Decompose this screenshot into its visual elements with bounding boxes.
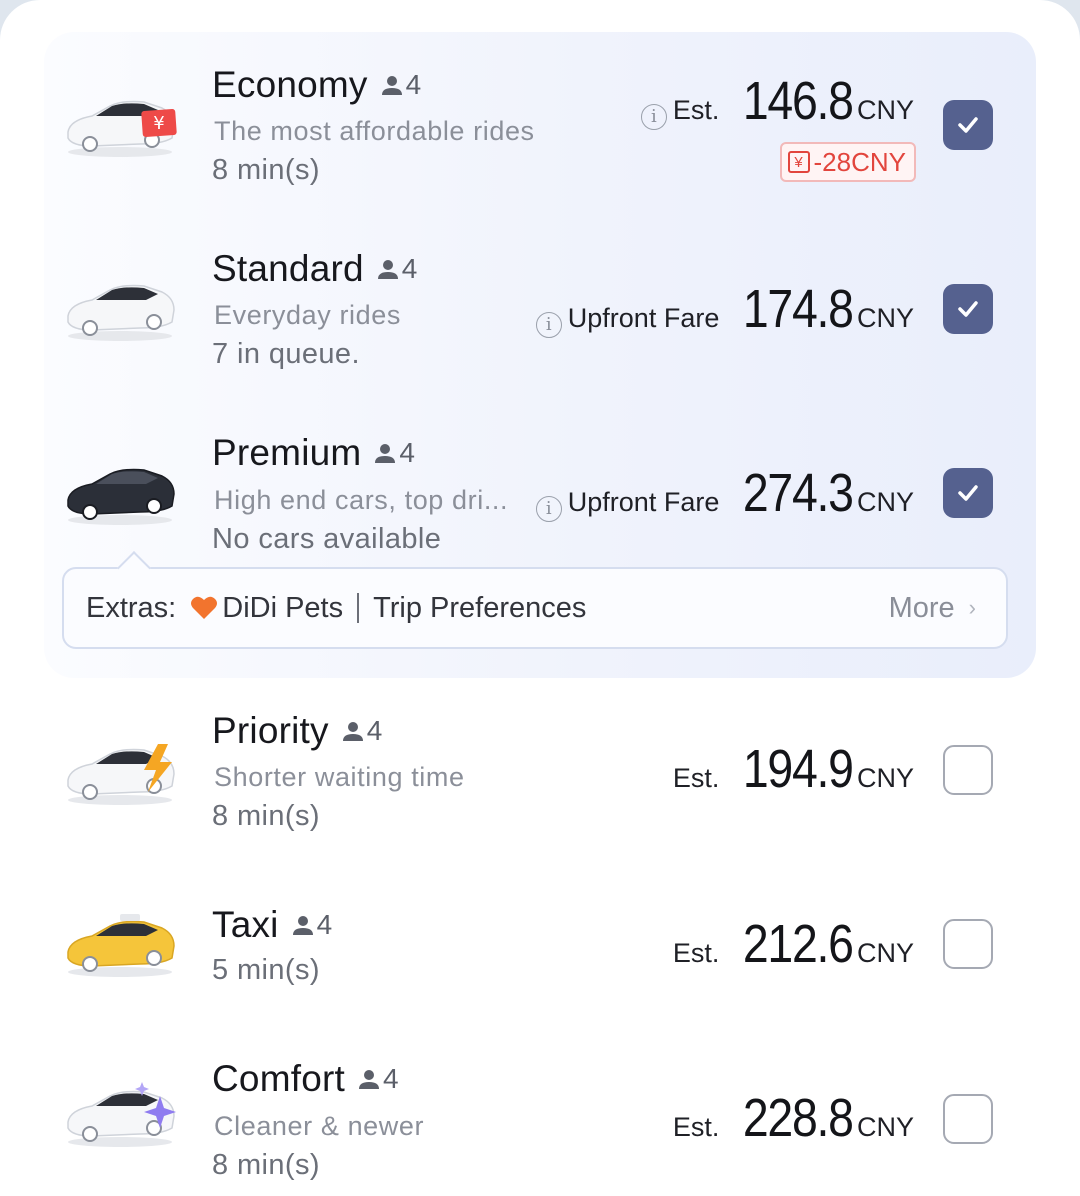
- person-icon: [358, 1070, 379, 1089]
- ride-checkbox[interactable]: [943, 468, 993, 518]
- ride-price: Est. 228.8 CNY: [673, 1087, 914, 1149]
- price-label: Upfront Fare: [567, 487, 720, 517]
- price-amount: 146.8: [743, 71, 854, 131]
- ride-name: Standard: [212, 248, 364, 289]
- price-label: Upfront Fare: [567, 303, 720, 333]
- seat-number: 4: [399, 437, 415, 468]
- ride-eta: 7 in queue.: [212, 338, 360, 370]
- ride-checkbox[interactable]: [943, 100, 993, 150]
- ride-name: Comfort: [212, 1058, 345, 1099]
- standard-car-icon: [67, 284, 175, 341]
- extras-label: Extras:: [86, 591, 177, 624]
- ride-checkbox[interactable]: [943, 919, 993, 969]
- svg-text:¥: ¥: [153, 113, 164, 134]
- didi-pets-link[interactable]: DiDi Pets: [222, 592, 343, 625]
- seat-number: 4: [382, 1063, 399, 1094]
- seat-number: 4: [366, 715, 383, 746]
- info-icon[interactable]: i: [535, 495, 562, 522]
- price-label: Est.: [672, 95, 720, 125]
- ride-eta: 8 min(s): [212, 1149, 320, 1181]
- trip-preferences-link[interactable]: Trip Preferences: [373, 592, 586, 625]
- ride-options-sheet: ¥ Economy 4 The most affordable rides 8 …: [0, 0, 1080, 1196]
- person-icon: [375, 444, 396, 463]
- person-icon: [292, 916, 313, 935]
- ride-price: i Upfront Fare 174.8 CNY: [535, 278, 914, 340]
- ride-name: Taxi: [212, 904, 279, 945]
- divider: [357, 593, 360, 623]
- seat-count: 4: [380, 69, 422, 101]
- info-icon[interactable]: i: [640, 103, 667, 130]
- discount-amount: -28CNY: [813, 146, 906, 177]
- priority-car-icon: [67, 744, 175, 805]
- info-icon[interactable]: i: [535, 311, 562, 338]
- coupon-icon: ¥: [787, 151, 810, 173]
- ride-eta: 8 min(s): [212, 800, 320, 832]
- seat-count: 4: [376, 253, 418, 285]
- price-label: Est.: [672, 938, 720, 968]
- taxi-car-icon: [67, 914, 175, 977]
- price-amount: 212.6: [743, 914, 854, 974]
- price-amount: 228.8: [743, 1088, 854, 1148]
- seat-count: 4: [341, 715, 383, 747]
- price-label: Est.: [672, 763, 720, 793]
- ride-name: Priority: [212, 710, 329, 751]
- check-icon: [958, 301, 978, 317]
- ride-subtitle: High end cars, top dri...: [214, 485, 509, 515]
- more-button[interactable]: More ›: [889, 569, 976, 647]
- price-label: Est.: [672, 1112, 720, 1142]
- discount-badge: ¥ -28CNY: [779, 142, 916, 182]
- person-icon: [342, 722, 363, 741]
- seat-number: 4: [316, 909, 333, 940]
- premium-car-icon: [67, 468, 175, 525]
- ride-price: i Est. 146.8 CNY: [640, 70, 914, 132]
- price-currency: CNY: [856, 303, 914, 333]
- ride-subtitle: The most affordable rides: [214, 116, 535, 146]
- check-icon: [958, 117, 978, 133]
- chevron-right-icon: ›: [968, 595, 976, 620]
- seat-count: 4: [357, 1063, 399, 1095]
- extras-content: Extras: DiDi Pets Trip Preferences: [86, 569, 586, 647]
- ride-checkbox[interactable]: [943, 1094, 993, 1144]
- price-amount: 174.8: [743, 279, 854, 339]
- more-label: More: [888, 591, 955, 624]
- person-icon: [377, 260, 398, 279]
- check-icon: [958, 485, 978, 501]
- ride-subtitle: Shorter waiting time: [214, 762, 465, 792]
- price-currency: CNY: [856, 95, 914, 125]
- ride-eta: 5 min(s): [212, 954, 320, 986]
- price-currency: CNY: [856, 938, 914, 968]
- seat-count: 4: [291, 909, 333, 941]
- ride-checkbox[interactable]: [943, 284, 993, 334]
- price-currency: CNY: [856, 1112, 914, 1142]
- extras-bar: Extras: DiDi Pets Trip Preferences More …: [62, 551, 1008, 649]
- ride-subtitle: Cleaner & newer: [214, 1111, 425, 1141]
- ride-price: Est. 194.9 CNY: [673, 738, 914, 800]
- ride-checkbox[interactable]: [943, 745, 993, 795]
- seat-number: 4: [401, 253, 418, 284]
- economy-car-icon: ¥: [67, 100, 177, 157]
- ride-price: Est. 212.6 CNY: [673, 913, 914, 975]
- price-currency: CNY: [856, 763, 914, 793]
- person-icon: [381, 76, 402, 95]
- ride-eta: No cars available: [212, 523, 442, 555]
- ride-name: Economy: [212, 64, 368, 105]
- seat-count: 4: [373, 437, 415, 469]
- ride-subtitle: Everyday rides: [214, 300, 401, 330]
- comfort-car-icon: [67, 1082, 176, 1147]
- ride-eta: 8 min(s): [212, 154, 320, 186]
- heart-icon: [191, 596, 218, 619]
- ride-name: Premium: [212, 432, 362, 473]
- ride-price: i Upfront Fare 274.3 CNY: [535, 462, 914, 524]
- seat-number: 4: [405, 69, 422, 100]
- price-currency: CNY: [856, 487, 914, 517]
- price-amount: 194.9: [743, 739, 854, 799]
- price-amount: 274.3: [743, 463, 854, 523]
